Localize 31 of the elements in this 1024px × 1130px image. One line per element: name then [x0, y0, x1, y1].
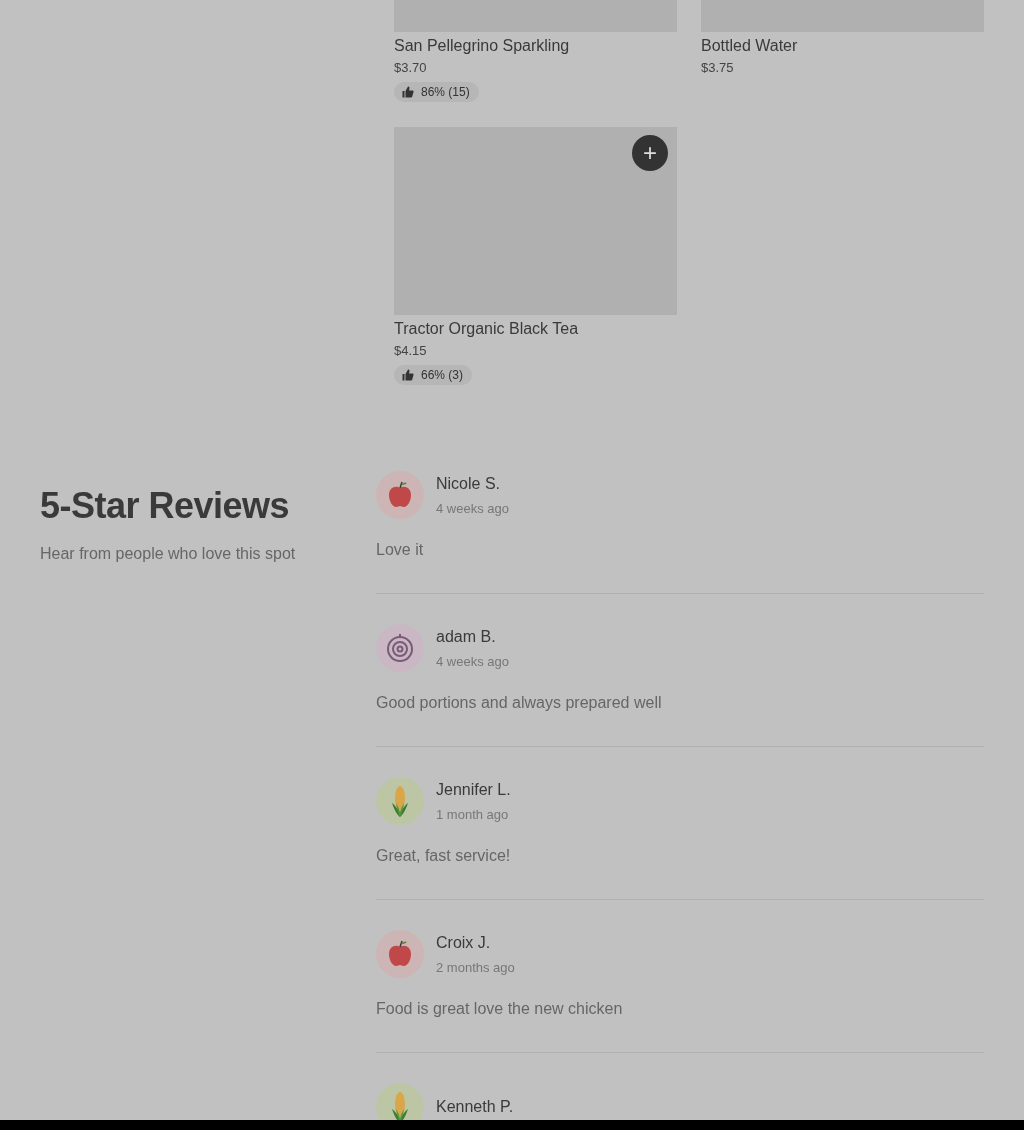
- review-text: Good portions and always prepared well: [376, 694, 663, 712]
- product-name: San Pellegrino Sparkling: [394, 36, 571, 56]
- section-title: 5-Star Reviews: [40, 485, 291, 527]
- review-text: Food is great love the new chicken: [376, 1000, 624, 1018]
- section-subtitle: Hear from people who love this spot: [40, 545, 297, 563]
- add-button[interactable]: +: [632, 135, 668, 171]
- corn-avatar-icon: [376, 1083, 424, 1120]
- review-text: Love it: [376, 541, 425, 559]
- review-time: 2 months ago: [436, 959, 515, 975]
- product-price: $3.75: [701, 60, 735, 76]
- review-text: Great, fast service!: [376, 847, 512, 865]
- thumbs-up-icon: [402, 86, 414, 98]
- product-price: $4.15: [394, 343, 428, 359]
- rating-text: 66% (3): [421, 368, 464, 382]
- apple-avatar-icon: [376, 930, 424, 978]
- thumbs-up-icon: [402, 369, 414, 381]
- product-price: $3.70: [394, 60, 428, 76]
- reviewer-name: Kenneth P.: [436, 1098, 514, 1116]
- review-time: 4 weeks ago: [436, 500, 509, 516]
- apple-avatar-icon: [376, 471, 424, 519]
- rating-text: 86% (15): [421, 85, 470, 99]
- reviewer-name: adam B.: [436, 627, 497, 646]
- product-name: Tractor Organic Black Tea: [394, 319, 580, 339]
- corn-avatar-icon: [376, 777, 424, 825]
- reviewer-name: Jennifer L.: [436, 780, 511, 799]
- review-time: 4 weeks ago: [436, 653, 509, 669]
- onion-avatar-icon: [376, 624, 424, 672]
- product-name: Bottled Water: [701, 36, 799, 56]
- review-time: 1 month ago: [436, 806, 510, 822]
- reviewer-name: Nicole S.: [436, 474, 502, 493]
- reviewer-name: Croix J.: [436, 933, 492, 952]
